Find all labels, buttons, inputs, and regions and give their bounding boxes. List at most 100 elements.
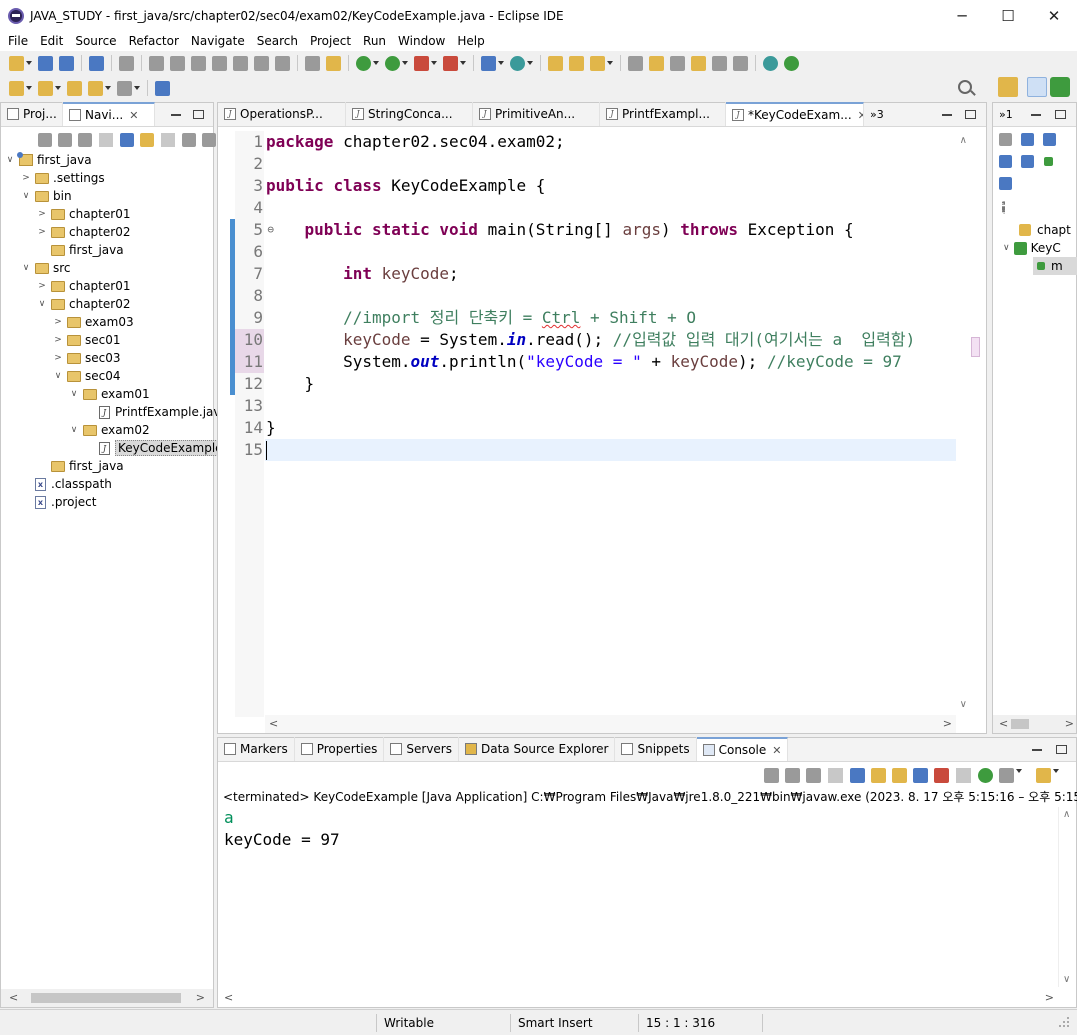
link-with-editor-icon[interactable] (140, 133, 154, 147)
display-console-dropdown-icon[interactable] (1016, 768, 1031, 783)
minimize-view-icon[interactable] (171, 114, 181, 116)
terminate-icon[interactable] (764, 767, 779, 783)
close-icon[interactable]: ✕ (129, 109, 138, 122)
scroll-left-icon[interactable]: < (999, 717, 1008, 730)
menu-source[interactable]: Source (69, 34, 122, 48)
close-button[interactable]: ✕ (1031, 0, 1077, 31)
hide-local-types-icon[interactable] (999, 177, 1012, 190)
tree-item[interactable]: ∨ chapter02 (1, 295, 213, 313)
search-icon[interactable] (958, 80, 972, 94)
scroll-left-icon[interactable]: < (269, 717, 278, 730)
maximize-button[interactable]: ☐ (985, 0, 1031, 31)
tab-overflow[interactable]: »3 (864, 102, 890, 126)
maximize-view-icon[interactable] (965, 110, 976, 119)
toggle-word-wrap-icon[interactable] (670, 55, 685, 71)
tab-servers[interactable]: Servers (384, 737, 459, 761)
tree-item[interactable]: J KeyCodeExample.ja (1, 439, 241, 457)
tab-keycode-example[interactable]: J *KeyCodeExam... ✕ (726, 102, 864, 126)
last-edit-location-icon[interactable] (67, 80, 82, 96)
toggle-mark-occurrences-icon[interactable] (649, 55, 664, 71)
scroll-thumb[interactable] (31, 993, 181, 1003)
save-icon[interactable] (38, 55, 53, 71)
tab-printf-example[interactable]: J PrintfExampl... (600, 102, 726, 126)
new-server-icon[interactable] (481, 55, 496, 71)
display-console-icon[interactable] (999, 767, 1014, 783)
new-dropdown-icon[interactable] (26, 60, 33, 67)
toggle-breadcrumb-icon[interactable] (628, 55, 643, 71)
open-task-icon[interactable] (569, 55, 584, 71)
external-tools-dropdown-icon[interactable] (460, 60, 467, 67)
maximize-view-icon[interactable] (193, 110, 204, 119)
tree-item[interactable]: > chapter01 (1, 277, 213, 295)
tree-item[interactable]: x .project (1, 493, 213, 511)
show-on-stderr-icon[interactable] (934, 767, 949, 783)
clear-console-icon[interactable] (850, 767, 865, 783)
menu-edit[interactable]: Edit (34, 34, 69, 48)
tab-data-source-explorer[interactable]: Data Source Explorer (459, 737, 616, 761)
menu-window[interactable]: Window (392, 34, 451, 48)
console-output[interactable]: a keyCode = 97 (218, 807, 1058, 987)
chevron-down-icon[interactable]: ∨ (69, 389, 79, 399)
skip-breakpoints-icon[interactable] (119, 55, 134, 71)
hide-fields-icon[interactable] (999, 155, 1012, 168)
tree-item[interactable]: ∨ bin (1, 187, 213, 205)
outline-item-method[interactable]: m (1033, 257, 1077, 275)
disconnect-icon[interactable] (212, 55, 227, 71)
alphabetical-sort-icon[interactable] (1043, 133, 1056, 146)
menu-search[interactable]: Search (251, 34, 304, 48)
chevron-right-icon[interactable]: > (21, 173, 31, 183)
remove-launch-icon[interactable] (785, 767, 800, 783)
menu-help[interactable]: Help (451, 34, 490, 48)
run-dropdown-icon[interactable] (402, 60, 409, 67)
resume-icon[interactable] (149, 55, 164, 71)
coverage-dropdown-icon[interactable] (431, 60, 438, 67)
tab-markers[interactable]: Markers (218, 737, 295, 761)
next-annotation-dropdown-icon[interactable] (26, 85, 33, 92)
console-vertical-scrollbar[interactable]: ∧ ∨ (1058, 807, 1076, 987)
tree-item[interactable]: ∨ sec04 (1, 367, 213, 385)
pin-console-icon[interactable] (978, 767, 993, 783)
tree-item[interactable]: > sec03 (1, 349, 213, 367)
debug-dropdown-icon[interactable] (373, 60, 380, 67)
chevron-right-icon[interactable]: > (37, 209, 47, 219)
search-tool-icon[interactable] (590, 55, 605, 71)
tab-outline-overflow[interactable]: »1 (993, 102, 1019, 126)
tree-item[interactable]: ∨ src (1, 259, 213, 277)
up-icon[interactable] (78, 133, 92, 147)
close-icon[interactable]: ✕ (772, 744, 781, 757)
new-server-dropdown-icon[interactable] (498, 60, 505, 67)
use-step-filters-icon[interactable] (305, 55, 320, 71)
tree-item[interactable]: ∨ first_java (1, 151, 213, 169)
menu-refactor[interactable]: Refactor (123, 34, 185, 48)
drop-to-frame-icon[interactable] (326, 55, 341, 71)
forward-icon[interactable] (117, 80, 132, 96)
new-java-class-icon[interactable] (510, 55, 525, 71)
terminate-icon[interactable] (191, 55, 206, 71)
navigator-scrollbar[interactable]: < > (1, 989, 213, 1007)
scroll-right-icon[interactable]: > (1065, 717, 1074, 730)
chevron-down-icon[interactable]: ∨ (53, 371, 63, 381)
minimize-view-icon[interactable] (942, 114, 952, 116)
next-annotation-icon[interactable] (9, 80, 24, 96)
maximize-view-icon[interactable] (1056, 745, 1067, 754)
chevron-right-icon[interactable]: > (53, 317, 63, 327)
scroll-up-icon[interactable]: ∧ (960, 135, 967, 146)
search-dropdown-icon[interactable] (607, 60, 614, 67)
open-console-dropdown-icon[interactable] (1053, 768, 1068, 783)
coverage-icon[interactable] (414, 55, 429, 71)
tree-item[interactable]: > sec01 (1, 331, 213, 349)
debug-icon[interactable] (356, 55, 371, 71)
scroll-lock-icon[interactable] (871, 767, 886, 783)
tree-item[interactable]: > chapter01 (1, 205, 213, 223)
tab-console[interactable]: Console ✕ (696, 737, 789, 761)
step-into-icon[interactable] (233, 55, 248, 71)
hide-static-icon[interactable] (1021, 155, 1034, 168)
scroll-down-icon[interactable]: ∨ (960, 699, 967, 710)
java-ee-perspective-icon[interactable] (1027, 77, 1047, 97)
tab-snippets[interactable]: Snippets (615, 737, 697, 761)
minimize-view-icon[interactable] (1032, 749, 1042, 751)
show-whitespace-icon[interactable] (733, 55, 748, 71)
chevron-down-icon[interactable]: ∨ (21, 263, 31, 273)
scroll-left-icon[interactable]: < (224, 991, 233, 1004)
collapse-all-icon[interactable] (120, 133, 134, 147)
